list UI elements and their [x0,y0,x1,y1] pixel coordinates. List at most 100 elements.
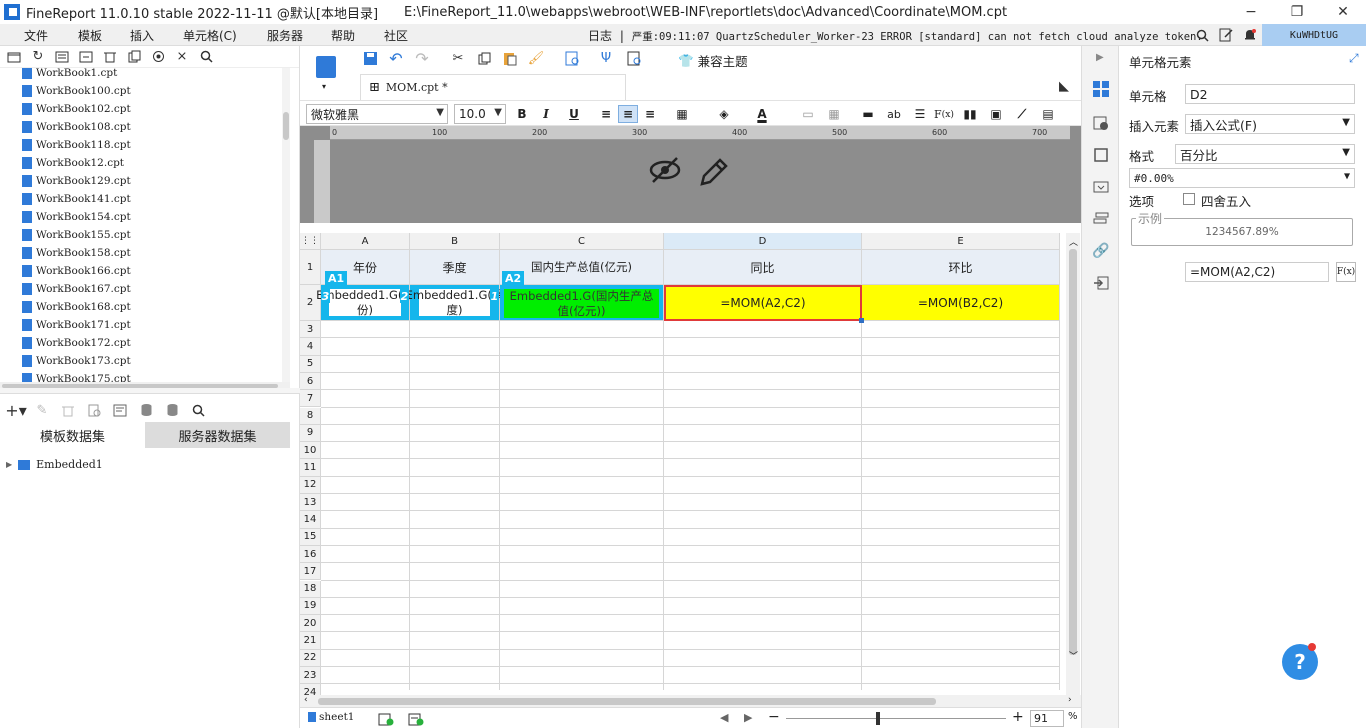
cell-a2[interactable]: Embedded1.G(年份) [316,285,414,321]
insert-data-column-icon[interactable]: ▬ [858,105,878,123]
row-header[interactable]: 6 [300,372,321,391]
row-header[interactable]: 8 [300,407,321,425]
row-header[interactable]: 4 [300,338,321,356]
file-tab[interactable]: ⊞ MOM.cpt * [360,74,626,100]
edit-panel-icon[interactable]: ⤢ [1349,51,1359,66]
close-button[interactable]: ✕ [1320,0,1366,24]
format-painter-icon[interactable]: 🖌 [528,50,545,66]
sheet-prev-icon[interactable]: ◀ [720,711,728,724]
fill-color-icon[interactable]: ◈ [714,105,734,123]
hide-eye-icon[interactable] [648,156,682,187]
file-item[interactable]: WorkBook100.cpt [22,82,131,100]
scroll-left-icon[interactable]: ‹ [304,695,308,705]
new-folder-icon[interactable] [6,49,22,65]
grid-hscrollbar[interactable]: ‹ › [300,695,1081,707]
hscroll-thumb[interactable] [318,698,936,705]
unmerge-cell-icon[interactable]: ▦ [824,105,844,123]
template-icon[interactable] [316,56,336,78]
insert-element-select[interactable]: 插入公式(F) ▼ [1185,114,1355,134]
zoom-in-button[interactable]: + [1012,709,1024,725]
file-item[interactable]: WorkBook108.cpt [22,118,131,136]
row-header[interactable]: 9 [300,424,321,443]
menu-template[interactable]: 模板 [78,27,102,44]
row-header[interactable]: 17 [300,563,321,581]
user-account[interactable]: KuWHDtUG [1262,24,1366,46]
delete-icon[interactable] [102,49,118,65]
menu-server[interactable]: 服务器 [267,27,303,44]
template-dropdown-icon[interactable]: ▾ [322,82,326,91]
menu-community[interactable]: 社区 [384,27,408,44]
align-right-icon[interactable]: ≡ [640,105,660,123]
row-header[interactable]: 1 [300,250,321,285]
zoom-input[interactable]: 91 [1030,710,1064,727]
preview-icon[interactable] [564,50,580,66]
cut-icon[interactable]: ✂ [450,50,466,66]
row-header[interactable]: 3 [300,321,321,339]
column-header[interactable]: D [664,233,862,250]
insert-slash-icon[interactable]: ⟋ [1012,105,1032,123]
cell-e1[interactable]: 环比 [862,250,1060,285]
row-header[interactable]: 12 [300,476,321,494]
cell-b2[interactable]: Embedded1.G(季度) [406,285,503,321]
open-file-icon[interactable] [54,49,70,65]
cell-e2[interactable]: =MOM(B2,C2) [862,285,1060,321]
database-icon[interactable] [138,402,154,418]
database-settings-icon[interactable] [164,402,180,418]
row-header[interactable]: 19 [300,597,321,616]
row-header[interactable]: 10 [300,442,321,460]
row-header[interactable]: 7 [300,390,321,408]
sheet-next-icon[interactable]: ▶ [744,711,752,724]
panel-splitter[interactable] [0,388,300,394]
menu-file[interactable]: 文件 [24,27,48,44]
cell-b1[interactable]: 季度 [410,250,500,285]
cell-attribute-icon[interactable] [1092,114,1110,132]
column-header[interactable]: C [500,233,664,250]
file-item[interactable]: WorkBook102.cpt [22,100,131,118]
file-item[interactable]: WorkBook173.cpt [22,352,131,370]
cell-element-icon[interactable] [1092,80,1110,98]
scroll-down-icon[interactable]: ﹀ [1069,649,1078,662]
filter-icon[interactable]: Ψ [598,50,614,66]
edit-icon[interactable] [1218,27,1234,43]
cell-d2[interactable]: =MOM(A2,C2) [664,285,862,321]
search-icon[interactable] [1194,27,1210,43]
vscroll-thumb[interactable] [1069,249,1077,655]
merge-cell-icon[interactable]: ▭ [798,105,818,123]
border-icon[interactable]: ▦ [672,105,692,123]
row-header[interactable]: 23 [300,667,321,685]
minimize-button[interactable]: − [1228,0,1274,24]
cell-style-icon[interactable] [1092,146,1110,164]
file-item[interactable]: WorkBook166.cpt [22,262,131,280]
zoom-slider-handle[interactable] [876,712,880,725]
file-item[interactable]: WorkBook141.cpt [22,190,131,208]
fill-handle[interactable] [859,318,864,323]
restore-button[interactable]: ❐ [1274,0,1320,24]
file-item[interactable]: WorkBook118.cpt [22,136,131,154]
column-header[interactable]: A [321,233,410,250]
file-list-scrollbar[interactable] [282,68,290,382]
cell-name-input[interactable]: D2 [1185,84,1355,104]
expand-arrow-icon[interactable]: ▶ [6,460,12,469]
collapse-panel-icon[interactable]: ▶ [1096,52,1104,63]
cell-d1[interactable]: 同比 [664,250,862,285]
menu-cell[interactable]: 单元格(C) [183,27,237,44]
file-item[interactable]: WorkBook158.cpt [22,244,131,262]
preview-dataset-icon[interactable] [86,402,102,418]
zoom-slider-track[interactable] [786,718,1006,719]
cell-c1[interactable]: 国内生产总值(亿元) [500,250,664,285]
formula-input[interactable]: =MOM(A2,C2) [1185,262,1329,282]
add-sheet-icon[interactable] [378,711,394,727]
find-icon[interactable] [626,50,642,66]
file-item[interactable]: WorkBook12.cpt [22,154,124,172]
scroll-right-icon[interactable]: › [1068,695,1072,705]
file-item[interactable]: WorkBook129.cpt [22,172,131,190]
row-header[interactable]: 5 [300,355,321,373]
tab-server-dataset[interactable]: 服务器数据集 [145,422,290,448]
row-header[interactable]: 15 [300,528,321,546]
dataset-params-icon[interactable] [112,402,128,418]
copy-cell-icon[interactable] [476,50,492,66]
log-status[interactable]: 日志 | 严重:09:11:07 QuartzScheduler_Worker-… [588,27,1203,44]
font-size-select[interactable]: 10.0 ▼ [454,104,506,124]
compat-theme-button[interactable]: 👕 兼容主题 [678,51,748,70]
row-header[interactable]: 13 [300,494,321,512]
